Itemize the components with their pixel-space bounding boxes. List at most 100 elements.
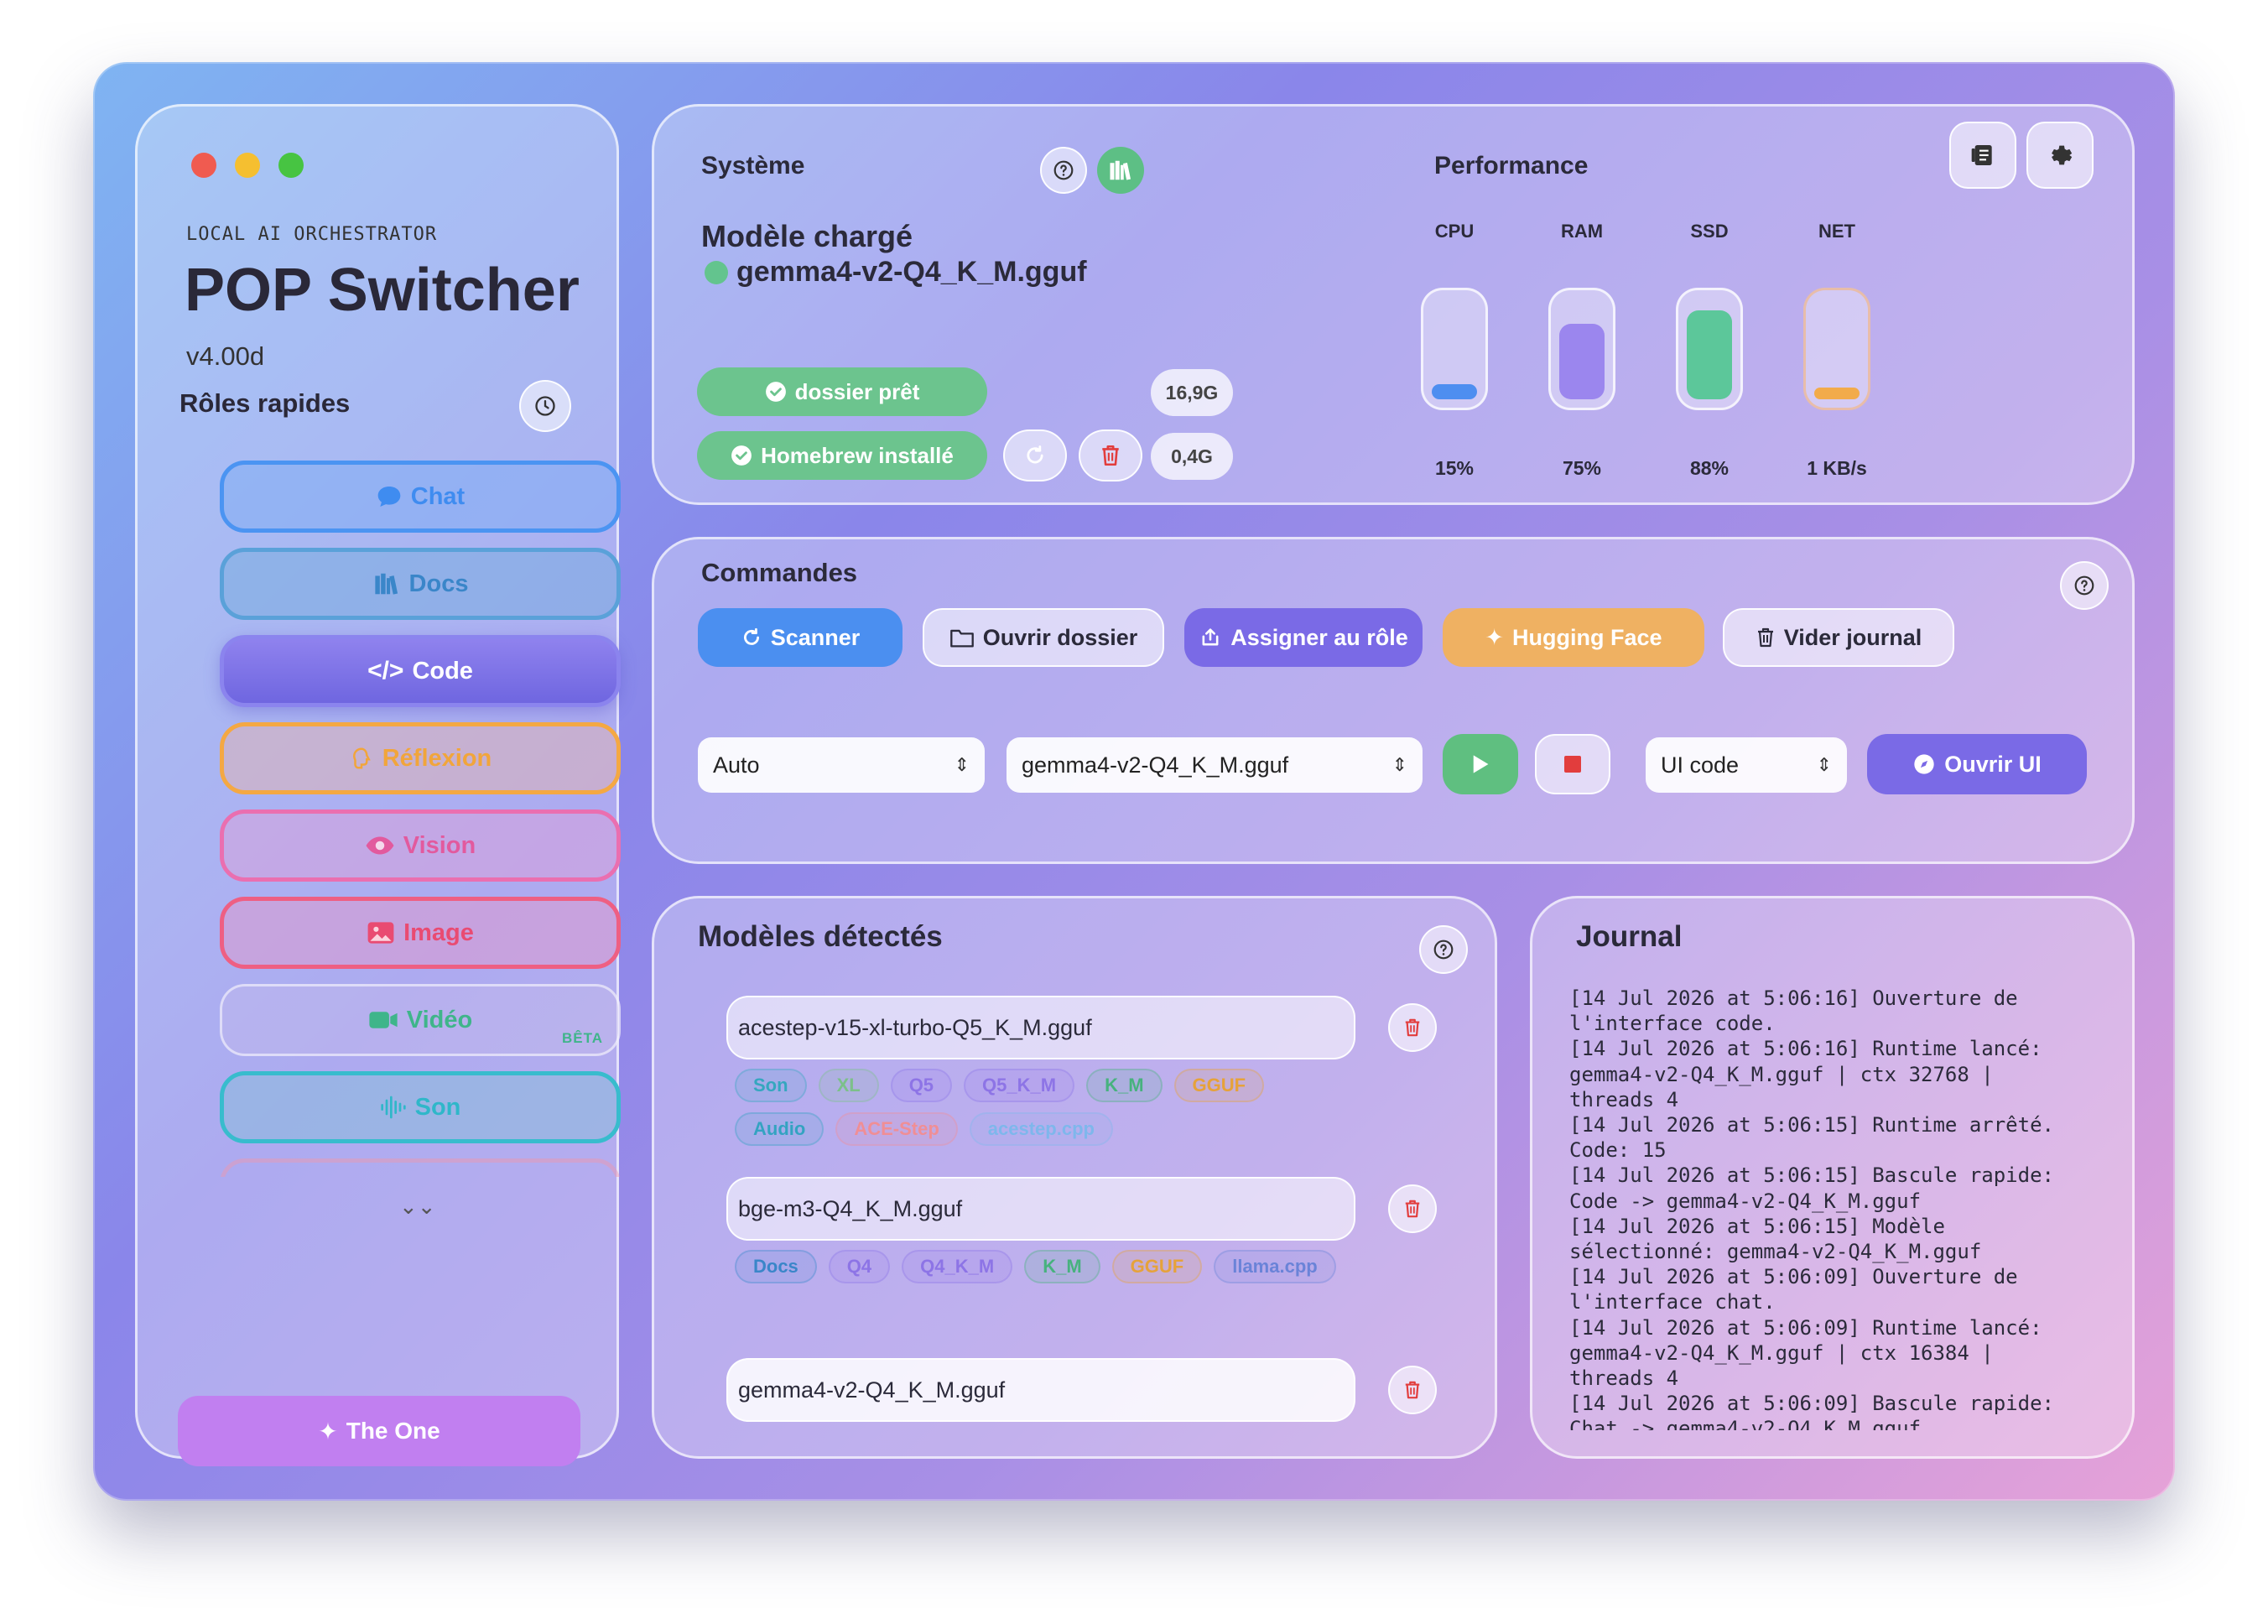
- delete-model-button[interactable]: [1388, 1366, 1437, 1414]
- gauge-label: CPU: [1434, 221, 1475, 242]
- model-tag: Q5: [890, 1069, 953, 1102]
- settings-button[interactable]: [2026, 122, 2094, 189]
- video-camera-icon: [369, 1012, 398, 1028]
- commands-panel: Commandes Scanner Ouvrir dossier Assigne…: [652, 537, 2135, 864]
- minimize-window-button[interactable]: [235, 153, 260, 178]
- refresh-icon: [1027, 445, 1043, 464]
- ui-select[interactable]: UI code ⇕: [1646, 737, 1847, 793]
- chevron-updown-icon: ⇕: [1816, 754, 1832, 775]
- model-name: gemma4-v2-Q4_K_M.gguf: [738, 1377, 1006, 1403]
- maximize-window-button[interactable]: [278, 153, 304, 178]
- waveform-icon: [380, 1096, 406, 1119]
- the-one-button[interactable]: ✦ The One: [178, 1396, 580, 1466]
- document-list-icon: [1971, 145, 1992, 165]
- chevron-updown-icon: ⇕: [954, 754, 970, 775]
- model-name-field[interactable]: gemma4-v2-Q4_K_M.gguf: [726, 1358, 1355, 1422]
- refresh-button[interactable]: [1003, 429, 1067, 481]
- check-circle-icon: [765, 382, 786, 402]
- journal-log[interactable]: [14 Jul 2026 at 5:06:16] Ouverture de l'…: [1569, 986, 2106, 1430]
- sparkles-icon: ✦: [1485, 624, 1505, 650]
- the-one-label: The One: [346, 1418, 440, 1444]
- model-tag: Q4: [828, 1250, 891, 1283]
- app-window: LOCAL AI ORCHESTRATOR POP Switcher v4.00…: [93, 62, 2175, 1501]
- gauge-value: 1 KB/s: [1807, 457, 1867, 479]
- mode-select-value: Auto: [713, 752, 760, 778]
- models-help-button[interactable]: [1419, 925, 1468, 974]
- role-chat-button[interactable]: Chat: [220, 461, 621, 533]
- hugging-face-label: Hugging Face: [1512, 624, 1662, 650]
- role-docs-button[interactable]: Docs: [220, 548, 621, 620]
- role-vision-button[interactable]: Vision: [220, 809, 621, 882]
- delete-button[interactable]: [1079, 429, 1142, 481]
- role-label: Code: [412, 657, 473, 684]
- question-icon: [2074, 575, 2094, 596]
- logs-button[interactable]: [1949, 122, 2016, 189]
- model-tag: GGUF: [1173, 1069, 1265, 1102]
- open-folder-label: Ouvrir dossier: [982, 624, 1138, 650]
- assign-hand-icon: [1202, 628, 1219, 646]
- system-help-button[interactable]: [1040, 147, 1087, 194]
- model-tag: GGUF: [1111, 1250, 1203, 1283]
- trash-icon: [1405, 1018, 1420, 1037]
- folder-icon: [949, 629, 974, 648]
- status-folder-badge: dossier prêt: [697, 367, 987, 416]
- scan-label: Scanner: [770, 624, 861, 650]
- model-tags: Docs Q4 Q4_K_M K_M GGUF llama.cpp: [735, 1247, 1372, 1291]
- model-loaded-name: gemma4-v2-Q4_K_M.gguf: [736, 256, 1087, 288]
- question-icon: [1433, 940, 1454, 960]
- model-tag: Audio: [735, 1112, 824, 1146]
- mode-select[interactable]: Auto ⇕: [698, 737, 985, 793]
- hugging-face-button[interactable]: ✦ Hugging Face: [1443, 608, 1704, 667]
- commands-help-button[interactable]: [2060, 561, 2109, 610]
- status-homebrew-badge: Homebrew installé: [697, 431, 987, 480]
- role-reflexion-button[interactable]: Réflexion: [220, 722, 621, 794]
- scroll-more-indicator[interactable]: ⌄⌄: [399, 1194, 436, 1220]
- commands-title: Commandes: [701, 558, 858, 587]
- open-folder-button[interactable]: Ouvrir dossier: [923, 608, 1164, 667]
- stop-button[interactable]: [1535, 734, 1610, 794]
- play-button[interactable]: [1443, 734, 1518, 794]
- delete-model-button[interactable]: [1388, 1184, 1437, 1233]
- size-a-badge: 16,9G: [1151, 369, 1233, 416]
- trash-icon: [1757, 627, 1773, 648]
- scan-button[interactable]: Scanner: [698, 608, 903, 667]
- model-tag: acestep.cpp: [969, 1112, 1113, 1146]
- role-image-button[interactable]: Image: [220, 897, 621, 969]
- delete-model-button[interactable]: [1388, 1003, 1437, 1052]
- model-tag: Q5_K_M: [964, 1069, 1075, 1102]
- library-icon: [1110, 160, 1131, 180]
- gauge-value: 75%: [1562, 457, 1602, 479]
- brain-icon: [352, 747, 371, 769]
- model-name: acestep-v15-xl-turbo-Q5_K_M.gguf: [738, 1014, 1092, 1040]
- chat-bubble-icon: [377, 487, 401, 507]
- performance-title: Performance: [1434, 152, 1589, 180]
- model-tag: XL: [818, 1069, 879, 1102]
- open-ui-label: Ouvrir UI: [1944, 751, 2042, 777]
- role-label: Vision: [403, 831, 476, 859]
- open-ui-button[interactable]: Ouvrir UI: [1867, 734, 2087, 794]
- role-video-button[interactable]: Vidéo BÊTA: [220, 984, 621, 1056]
- role-code-button[interactable]: </> Code: [220, 635, 621, 707]
- library-status-button[interactable]: [1097, 147, 1144, 194]
- code-brackets-icon: </>: [367, 657, 404, 684]
- clear-log-button[interactable]: Vider journal: [1723, 608, 1954, 667]
- model-tag: llama.cpp: [1214, 1250, 1336, 1283]
- clock-icon: [535, 396, 555, 416]
- check-circle-icon: [731, 445, 752, 466]
- role-son-button[interactable]: Son: [220, 1071, 621, 1143]
- gauge-label: SSD: [1690, 221, 1729, 242]
- trash-icon: [1405, 1200, 1420, 1218]
- history-button[interactable]: [519, 380, 571, 432]
- clear-log-label: Vider journal: [1783, 624, 1922, 650]
- size-a-value: 16,9G: [1165, 381, 1219, 403]
- model-name-field[interactable]: bge-m3-Q4_K_M.gguf: [726, 1177, 1355, 1241]
- assign-role-button[interactable]: Assigner au rôle: [1184, 608, 1423, 667]
- model-name-field[interactable]: acestep-v15-xl-turbo-Q5_K_M.gguf: [726, 996, 1355, 1059]
- role-label: Docs: [408, 570, 469, 597]
- status-folder-label: dossier prêt: [794, 378, 920, 404]
- close-window-button[interactable]: [191, 153, 216, 178]
- model-tag: ACE-Step: [835, 1112, 958, 1146]
- compass-icon: [1914, 754, 1934, 774]
- gauge-value: 88%: [1689, 457, 1730, 479]
- model-select[interactable]: gemma4-v2-Q4_K_M.gguf ⇕: [1007, 737, 1423, 793]
